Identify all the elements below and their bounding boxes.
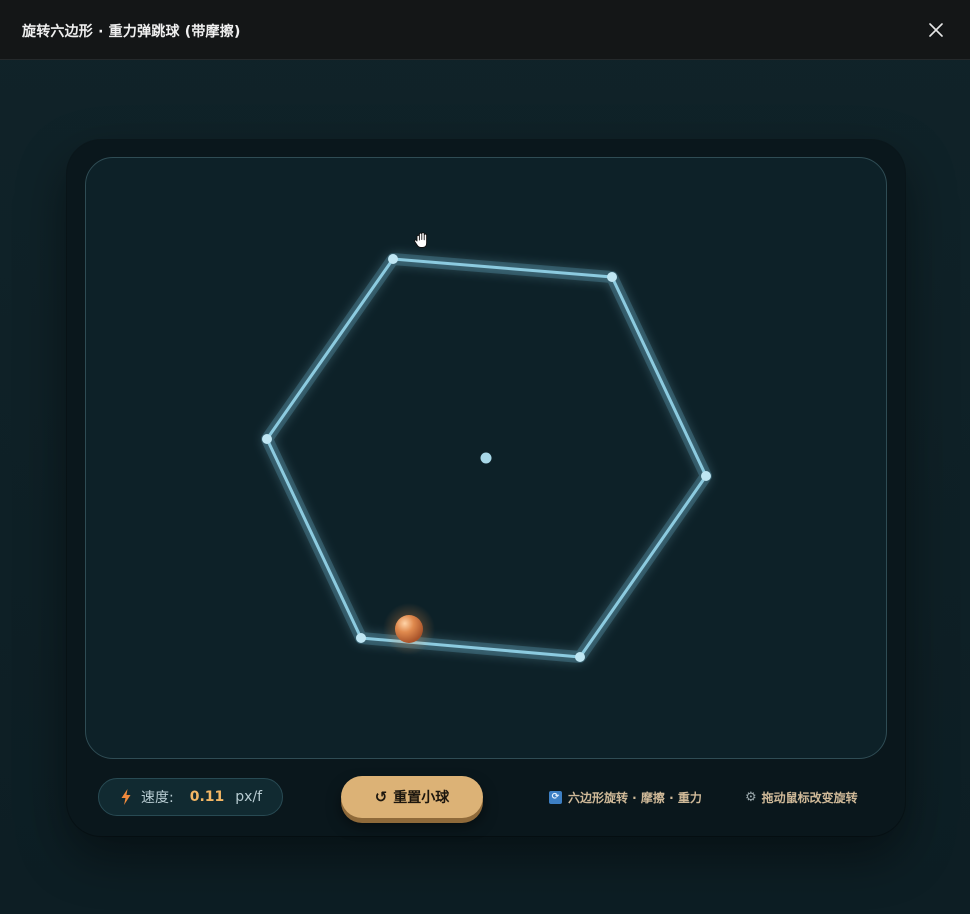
window-title: 旋转六边形 · 重力弹跳球 (带摩擦) [22, 24, 241, 40]
close-icon [929, 23, 943, 37]
drag-hint-text: 拖动鼠标改变旋转 [761, 791, 858, 805]
hexagon-vertex [701, 471, 711, 481]
reset-icon: ↺ [374, 788, 388, 806]
speed-indicator: 速度: 0.11 px/f [98, 778, 283, 816]
hexagon-center [480, 452, 492, 464]
reset-ball-button[interactable]: ↺ 重置小球 [341, 776, 483, 818]
drag-hint: ⚙ 拖动鼠标改变旋转 [745, 789, 858, 806]
hexagon-vertex [607, 272, 617, 282]
speed-unit: px/f [235, 789, 263, 805]
title-bar: 旋转六边形 · 重力弹跳球 (带摩擦) [0, 0, 970, 60]
hexagon-vertex [388, 254, 398, 264]
gear-icon: ⚙ [745, 790, 757, 805]
feature-hint-text: 六边形旋转 · 摩擦 · 重力 [568, 791, 702, 805]
close-button[interactable] [920, 14, 952, 46]
simulation-canvas[interactable] [85, 157, 887, 759]
grab-hand-icon [414, 232, 428, 248]
hexagon-vertex [575, 652, 585, 662]
hexagon-vertex [356, 633, 366, 643]
speed-value: 0.11 [189, 789, 225, 805]
ball [395, 615, 423, 643]
speed-label: 速度: [141, 790, 174, 806]
reset-ball-label: 重置小球 [393, 790, 450, 806]
feature-hint: ⟳ 六边形旋转 · 摩擦 · 重力 [549, 789, 702, 806]
hexagon-scene [261, 232, 712, 663]
hexagon-vertex [262, 434, 272, 444]
app-window: 旋转六边形 · 重力弹跳球 (带摩擦) 速度: 0.11 px/f ↺ 重置小球… [0, 0, 970, 914]
rotate-icon: ⟳ [549, 791, 562, 804]
lightning-icon [121, 789, 131, 805]
